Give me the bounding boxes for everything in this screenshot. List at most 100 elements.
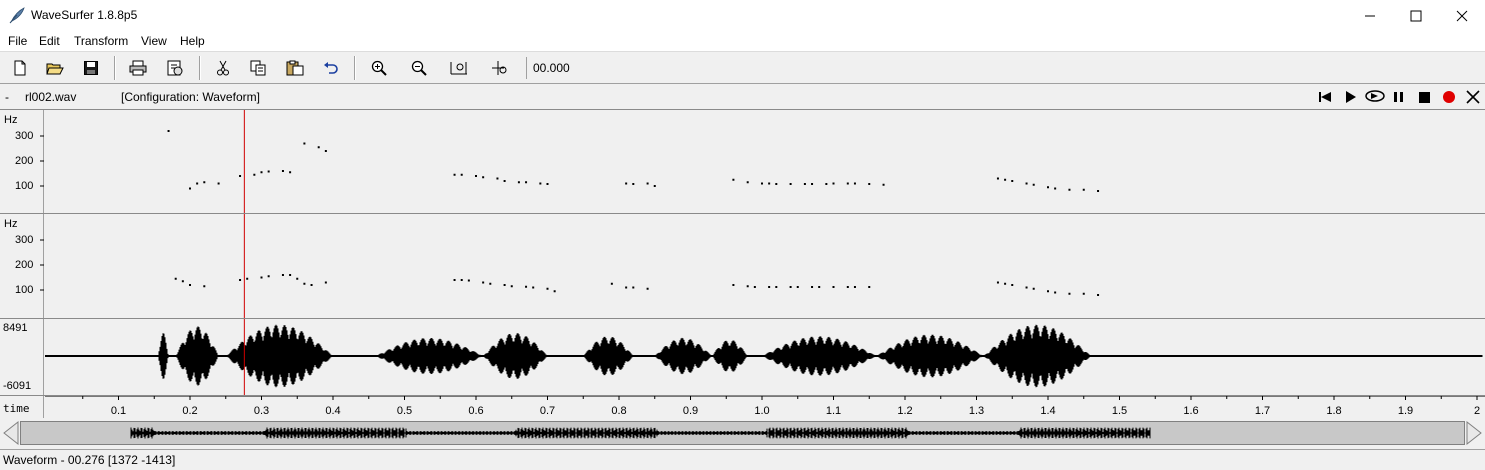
- play-button[interactable]: [1341, 88, 1359, 106]
- pitch-point: [632, 183, 635, 185]
- print-button[interactable]: [126, 57, 150, 79]
- menu-file[interactable]: File: [8, 34, 27, 48]
- pitch-pane-2[interactable]: Hz 300 200 100: [0, 213, 1485, 319]
- pitch-point: [532, 286, 535, 289]
- arrow-left-icon: [3, 420, 19, 446]
- zoom-selection-button[interactable]: [488, 57, 512, 79]
- close-sound-button[interactable]: [1464, 88, 1482, 106]
- menu-transform[interactable]: Transform: [74, 34, 128, 48]
- zoom-out-button[interactable]: [407, 57, 431, 79]
- maximize-icon: [1410, 10, 1422, 21]
- time-tick-label: 2: [1474, 405, 1480, 417]
- pitch-point: [289, 171, 292, 174]
- scroll-right-button[interactable]: [1465, 420, 1483, 446]
- pitch-point: [475, 175, 477, 177]
- overview-scrollbar[interactable]: [0, 418, 1485, 448]
- pitch-point: [239, 175, 242, 177]
- new-file-icon: [14, 60, 26, 76]
- pitch-point: [746, 285, 749, 288]
- pitch-point: [303, 142, 306, 145]
- zoom-in-button[interactable]: [367, 57, 391, 79]
- pitch-pane-1[interactable]: Hz 300 200 100: [0, 109, 1485, 214]
- close-icon: [1456, 10, 1468, 21]
- pitch-plot-1[interactable]: [45, 110, 1485, 214]
- pitch-point: [846, 182, 849, 185]
- skip-to-start-icon: [1319, 92, 1331, 102]
- copy-button[interactable]: [246, 57, 270, 79]
- pitch-point: [811, 183, 814, 185]
- menu-help[interactable]: Help: [180, 34, 205, 48]
- pitch-point: [1097, 190, 1100, 192]
- pitch-point: [1047, 186, 1049, 189]
- time-tick-label: 1.4: [1040, 405, 1055, 417]
- pitch-plot-2[interactable]: [45, 214, 1485, 319]
- waveform-plot[interactable]: [45, 319, 1485, 396]
- record-icon: [1443, 91, 1455, 103]
- pitch-point: [732, 178, 735, 181]
- pitch-point: [1054, 291, 1057, 294]
- waveform-min-label: -6091: [3, 380, 32, 392]
- menu-view[interactable]: View: [141, 34, 167, 48]
- waveform-trace: [45, 324, 1483, 388]
- play-loop-button[interactable]: [1364, 88, 1386, 106]
- toolbar: 00.000: [0, 51, 1485, 84]
- pitch-point: [203, 181, 206, 184]
- pitch-axis-ticks: [40, 239, 44, 291]
- zoom-selection-icon: [492, 61, 507, 75]
- cut-button[interactable]: [211, 57, 235, 79]
- pause-icon: [1394, 92, 1403, 102]
- waveform-pane[interactable]: 8491 -6091: [0, 318, 1485, 396]
- pitch-point: [189, 187, 191, 190]
- pitch-axis-1: Hz 300 200 100: [0, 110, 44, 213]
- maximize-button[interactable]: [1393, 0, 1439, 31]
- new-button[interactable]: [8, 57, 32, 79]
- minimize-button[interactable]: [1347, 0, 1393, 31]
- scroll-left-button[interactable]: [2, 420, 20, 446]
- stop-button[interactable]: [1415, 88, 1433, 106]
- pitch-point: [503, 284, 506, 286]
- window-title: WaveSurfer 1.8.8p5: [31, 8, 138, 22]
- copy-icon: [250, 60, 266, 76]
- pitch-point: [546, 287, 549, 290]
- pitch-point: [167, 130, 170, 132]
- status-bar: Waveform - 00.276 [1372 -1413]: [0, 449, 1485, 470]
- pitch-point: [1047, 290, 1049, 293]
- time-tick-label: 1.3: [969, 405, 984, 417]
- zoom-out-icon: [411, 60, 427, 76]
- pitch-point: [539, 182, 542, 185]
- scroll-thumb[interactable]: [20, 421, 1465, 445]
- pause-button[interactable]: [1390, 88, 1408, 106]
- open-button[interactable]: [43, 57, 67, 79]
- pitch-axis-ticks: [40, 135, 44, 187]
- pitch-point: [646, 182, 649, 185]
- pitch-point: [253, 173, 256, 176]
- properties-button[interactable]: [163, 57, 187, 79]
- paste-button[interactable]: [283, 57, 307, 79]
- time-axis-label: time: [3, 402, 30, 415]
- pitch-point: [181, 280, 184, 283]
- save-button[interactable]: [79, 57, 103, 79]
- pitch-point: [775, 286, 778, 288]
- toolbar-separator: [199, 56, 201, 80]
- menu-edit[interactable]: Edit: [39, 34, 60, 48]
- zoom-all-button[interactable]: [447, 57, 471, 79]
- sound-filename: rl002.wav: [25, 90, 77, 104]
- waveform-axis: 8491 -6091: [0, 319, 44, 395]
- close-button[interactable]: [1439, 0, 1485, 31]
- pitch-point: [811, 286, 814, 288]
- close-sound-icon: [1466, 90, 1480, 104]
- minimize-icon: [1365, 15, 1375, 16]
- sound-menu-dash[interactable]: -: [5, 90, 9, 104]
- undo-button[interactable]: [319, 57, 343, 79]
- pitch-point: [1004, 178, 1007, 181]
- record-button[interactable]: [1440, 88, 1458, 106]
- properties-icon: [167, 60, 183, 76]
- open-folder-icon: [46, 63, 64, 75]
- pitch-point: [317, 146, 320, 149]
- time-axis: 0.1 0.2 0.3 0.4 0.5 0.6 0.7 0.8 0.9 1.0 1.1 1.2 1.3 1…: [45, 396, 1485, 417]
- pitch-point: [467, 279, 470, 282]
- pitch-point: [460, 279, 463, 281]
- toolbar-separator: [354, 56, 356, 80]
- rewind-button[interactable]: [1316, 88, 1334, 106]
- print-icon: [129, 60, 147, 76]
